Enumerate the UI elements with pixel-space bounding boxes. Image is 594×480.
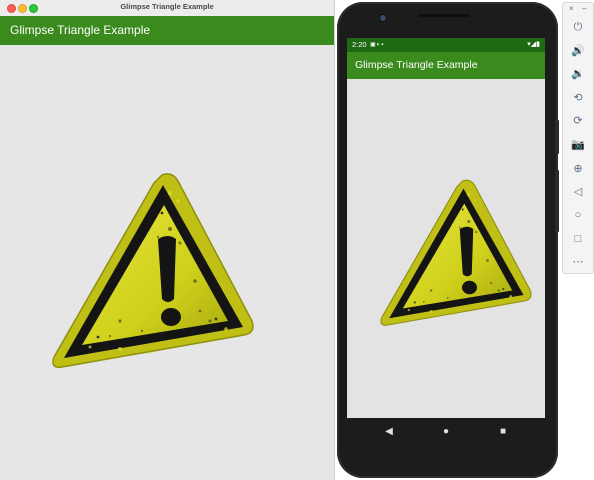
rotate-left-icon[interactable]: ⟲ (563, 87, 593, 107)
phone-volume-buttons (555, 170, 559, 232)
earpiece-speaker (418, 14, 470, 17)
battery-icon: ▮ (536, 41, 540, 48)
phone-screen: 2:20 ▣◐▪ ▾◢▮ Glimpse Triangle Example (347, 38, 545, 418)
home-icon[interactable]: ○ (563, 205, 593, 225)
phone-warning-triangle-3d-model[interactable] (377, 178, 535, 328)
minimize-icon[interactable]: – (582, 4, 586, 13)
warning-triangle-3d-model[interactable] (50, 171, 256, 371)
status-time: 2:20 (352, 40, 367, 49)
more-icon[interactable]: ⋯ (563, 251, 593, 271)
back-icon[interactable]: ◁ (563, 181, 593, 201)
overview-icon[interactable]: □ (563, 229, 593, 249)
window-title: Glimpse Triangle Example (120, 2, 214, 11)
sd-card-icon: ▪ (381, 42, 385, 48)
emulator-toolbar: × – ⏻ 🔊 🔉 ⟲ ⟳ 📷 ⊕ ◁ ○ □ ⋯ (562, 2, 594, 274)
system-status-icons: ▾◢▮ (527, 40, 540, 48)
android-nav-bar: ◀ ● ■ (347, 418, 545, 446)
volume-up-icon[interactable]: 🔊 (563, 40, 593, 60)
camera-icon[interactable]: 📷 (563, 134, 593, 154)
window-titlebar[interactable]: Glimpse Triangle Example (0, 0, 334, 17)
notification-icons: ▣◐▪ (370, 41, 384, 48)
nav-recents-icon[interactable]: ■ (496, 424, 510, 438)
volume-down-icon[interactable]: 🔉 (563, 63, 593, 83)
phone-app-bar: Glimpse Triangle Example (347, 52, 545, 79)
emulator-window-controls: × – (563, 4, 593, 16)
power-icon[interactable]: ⏻ (563, 17, 593, 37)
rotate-right-icon[interactable]: ⟳ (563, 110, 593, 130)
sim-icon: ▣ (370, 42, 377, 48)
zoom-icon[interactable]: ⊕ (563, 158, 593, 178)
desktop-app-window: Glimpse Triangle Example Glimpse Triangl… (0, 0, 335, 480)
close-icon[interactable]: × (569, 4, 574, 13)
nav-back-icon[interactable]: ◀ (382, 424, 396, 438)
app-bar: Glimpse Triangle Example (0, 16, 334, 45)
status-bar: 2:20 ▣◐▪ ▾◢▮ (347, 38, 545, 52)
app-bar-title: Glimpse Triangle Example (10, 23, 151, 37)
nav-home-icon[interactable]: ● (439, 424, 453, 438)
phone-app-bar-title: Glimpse Triangle Example (355, 59, 478, 71)
front-camera (380, 15, 386, 21)
phone-power-button (555, 120, 559, 154)
